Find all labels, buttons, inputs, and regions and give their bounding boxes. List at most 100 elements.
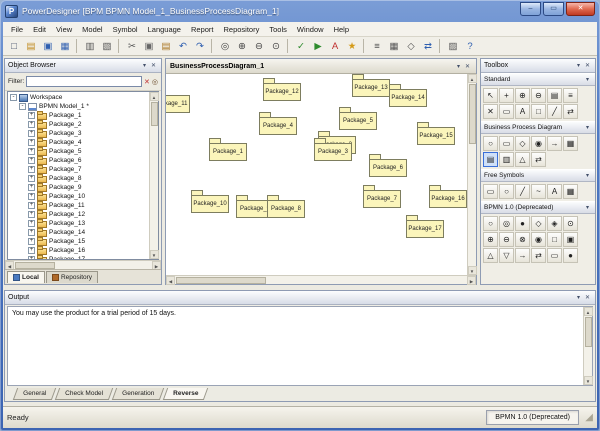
tree-item-package[interactable]: + Package_5	[8, 147, 149, 156]
title-tool-icon[interactable]: ▭	[499, 104, 514, 119]
tree-item-package[interactable]: + Package_7	[8, 165, 149, 174]
rule-event-icon[interactable]: △	[483, 248, 498, 263]
spell-check-icon[interactable]: A	[327, 38, 343, 54]
scroll-up-icon[interactable]: ▲	[468, 74, 477, 83]
toolbar-icon[interactable]	[439, 39, 442, 53]
tree-item-package[interactable]: + Package_17	[8, 255, 149, 259]
scroll-up-icon[interactable]: ▲	[150, 92, 159, 101]
tree-item-package[interactable]: + Package_13	[8, 219, 149, 228]
toolbox-section-bpmn[interactable]: BPMN 1.0 (Deprecated) ▾	[481, 201, 595, 214]
decision-tool-icon[interactable]: ◇	[515, 136, 530, 151]
flow-tool-icon[interactable]: →	[547, 136, 562, 151]
synchronization-tool-icon[interactable]: △	[515, 152, 530, 167]
error-event-icon[interactable]: ⊖	[499, 232, 514, 247]
tree-item-package[interactable]: + Package_6	[8, 156, 149, 165]
start-tool-icon[interactable]: ○	[483, 136, 498, 151]
output-tab[interactable]: Check Model	[55, 388, 113, 400]
section-menu-icon[interactable]: ▾	[583, 204, 592, 211]
sequence-flow-icon[interactable]: →	[515, 248, 530, 263]
scroll-thumb[interactable]	[176, 277, 266, 284]
help-icon[interactable]: ?	[462, 38, 478, 54]
grabber-tool-icon[interactable]: +	[499, 88, 514, 103]
tree-item-package[interactable]: + Package_15	[8, 237, 149, 246]
tree-item-package[interactable]: + Package_11	[8, 201, 149, 210]
expander-icon[interactable]: +	[28, 130, 35, 137]
extended-dependency-tool-icon[interactable]: ⇄	[563, 104, 578, 119]
generate-icon[interactable]: ▶	[310, 38, 326, 54]
package-shape[interactable]: Package_5	[339, 107, 377, 130]
align-icon[interactable]: ≡	[369, 38, 385, 54]
print-preview-icon[interactable]: ▧	[99, 38, 115, 54]
tree-item-package[interactable]: + Package_3	[8, 129, 149, 138]
browser-tab[interactable]: Repository	[46, 271, 98, 283]
check-model-icon[interactable]: ✓	[293, 38, 309, 54]
expander-icon[interactable]: -	[10, 94, 17, 101]
diagram-menu-icon[interactable]: ▾	[454, 63, 463, 70]
section-menu-icon[interactable]: ▾	[583, 124, 592, 131]
bitmap-symbol-icon[interactable]: ▦	[563, 184, 578, 199]
expander-icon[interactable]: +	[28, 202, 35, 209]
panel-close-icon[interactable]: ✕	[149, 62, 158, 69]
expander-icon[interactable]: +	[28, 121, 35, 128]
tree-hscrollbar[interactable]: ◀ ▶	[5, 260, 161, 269]
minimize-button[interactable]: –	[520, 2, 541, 16]
tree-item-package[interactable]: + Package_12	[8, 210, 149, 219]
diagram-tab[interactable]: BusinessProcessDiagram_1	[170, 63, 264, 70]
panel-close-icon[interactable]: ✕	[583, 294, 592, 301]
resize-grip[interactable]: ◢	[579, 413, 593, 423]
title-bar[interactable]: P PowerDesigner [BPM BPMN Model_1_Busine…	[0, 0, 600, 22]
package-shape[interactable]: Package_7	[363, 185, 401, 208]
menu-item[interactable]: Language	[143, 24, 186, 35]
tree-item-package[interactable]: + Package_1	[8, 111, 149, 120]
expander-icon[interactable]: +	[28, 193, 35, 200]
redo-icon[interactable]: ↷	[192, 38, 208, 54]
scroll-down-icon[interactable]: ▼	[584, 376, 593, 385]
print-icon[interactable]: ▥	[82, 38, 98, 54]
expander-icon[interactable]: -	[19, 103, 26, 110]
terminate-event-icon[interactable]: ◉	[531, 232, 546, 247]
open-icon[interactable]: ▤	[23, 38, 39, 54]
package-shape[interactable]: Package_1	[209, 138, 247, 161]
expander-icon[interactable]: +	[28, 238, 35, 245]
menu-item[interactable]: Edit	[28, 24, 51, 35]
package-shape[interactable]: Package_13	[352, 74, 390, 97]
expander-icon[interactable]: +	[28, 247, 35, 254]
package-shape[interactable]: Package_6	[369, 154, 407, 177]
toolbar-icon[interactable]	[76, 39, 79, 53]
line-symbol-icon[interactable]: ╱	[515, 184, 530, 199]
package-shape[interactable]: Package_4	[259, 112, 297, 135]
palette-icon[interactable]: ★	[344, 38, 360, 54]
message-flow-icon[interactable]: ⇄	[531, 248, 546, 263]
expander-icon[interactable]: +	[28, 157, 35, 164]
section-menu-icon[interactable]: ▾	[583, 172, 592, 179]
link-icon[interactable]: ⇄	[420, 38, 436, 54]
tree-item-package[interactable]: + Package_2	[8, 120, 149, 129]
zoom-in-tool-icon[interactable]: ⊕	[515, 88, 530, 103]
end-event-icon[interactable]: ●	[515, 216, 530, 231]
panel-menu-icon[interactable]: ▾	[140, 62, 149, 69]
section-menu-icon[interactable]: ▾	[583, 76, 592, 83]
end-tool-icon[interactable]: ◉	[531, 136, 546, 151]
package-shape[interactable]: Package_16	[429, 185, 467, 208]
menu-item[interactable]: Help	[329, 24, 354, 35]
output-tab[interactable]: Generation	[112, 388, 165, 400]
compensation-event-icon[interactable]: ▽	[499, 248, 514, 263]
package-shape[interactable]: Package_3	[314, 138, 352, 161]
menu-item[interactable]: View	[51, 24, 77, 35]
task-icon[interactable]: □	[547, 232, 562, 247]
expander-icon[interactable]: +	[28, 112, 35, 119]
message-event-icon[interactable]: ⊙	[563, 216, 578, 231]
browser-tab[interactable]: Local	[7, 271, 45, 283]
menu-item[interactable]: Tools	[264, 24, 292, 35]
tree-item-workspace[interactable]: - Workspace	[8, 93, 149, 102]
scroll-thumb[interactable]	[151, 102, 158, 126]
process-tool-icon[interactable]: ▭	[499, 136, 514, 151]
expander-icon[interactable]: +	[28, 184, 35, 191]
zoom-out-tool-icon[interactable]: ⊖	[531, 88, 546, 103]
properties-tool-icon[interactable]: ≡	[563, 88, 578, 103]
paste-icon[interactable]: ▤	[158, 38, 174, 54]
menu-item[interactable]: File	[6, 24, 28, 35]
cut-icon[interactable]: ✂	[124, 38, 140, 54]
cancel-event-icon[interactable]: ⊗	[515, 232, 530, 247]
scroll-up-icon[interactable]: ▲	[584, 307, 593, 316]
